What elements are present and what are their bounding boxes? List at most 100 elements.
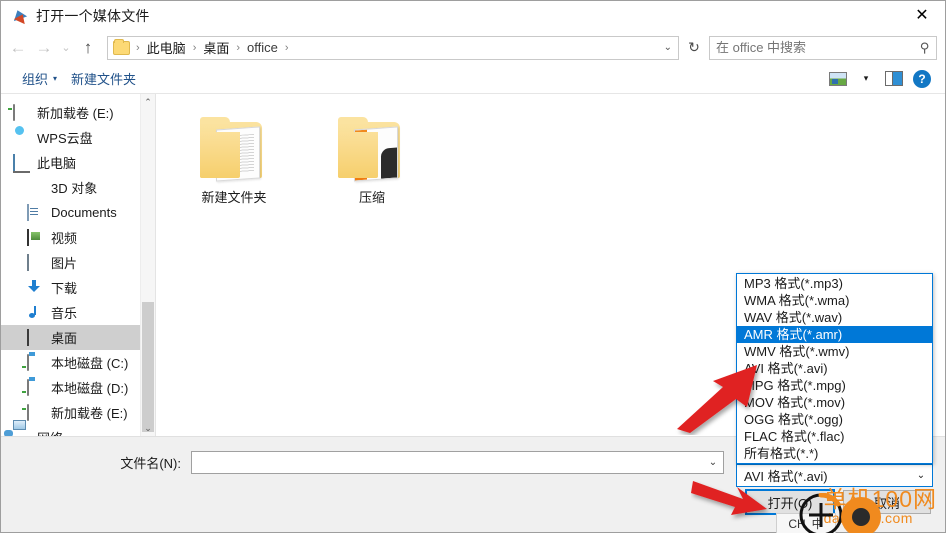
scroll-up-icon[interactable]: ⌃ [141,94,155,110]
view-mode-dropdown[interactable]: ▾ [853,68,879,90]
organize-label: 组织 [22,72,49,87]
filter-option-wav[interactable]: WAV 格式(*.wav) [737,309,932,326]
sidebar-item-videos[interactable]: 视频 [1,225,155,250]
filename-label: 文件名(N): [120,456,181,471]
filter-option-ogg[interactable]: OGG 格式(*.ogg) [737,411,932,428]
view-mode-button[interactable] [825,68,851,90]
sidebar-item-label: 视频 [51,231,78,246]
scrollbar-thumb[interactable] [142,302,154,432]
cancel-button[interactable]: 取消 [843,490,931,514]
forward-button[interactable]: → [31,35,57,61]
search-input[interactable] [716,40,921,55]
pictures-icon [27,253,44,271]
sidebar-item-label: 本地磁盘 (D:) [51,381,129,396]
recent-locations-button[interactable]: ⌄ [57,35,75,61]
sidebar-item-label: 图片 [51,256,78,271]
folder-icon [196,116,272,182]
filter-option-wmv[interactable]: WMV 格式(*.wmv) [737,343,932,360]
local-disk-icon [27,353,44,371]
up-button[interactable]: ↑ [75,35,101,61]
sidebar-item-music[interactable]: 音乐 [1,300,155,325]
sidebar-item-this-pc[interactable]: 此电脑 [1,150,155,175]
filter-option-amr[interactable]: AMR 格式(*.amr) [737,326,932,343]
sidebar-item-label: 3D 对象 [51,181,98,196]
sidebar-scrollbar[interactable]: ⌃ ⌄ [140,94,155,436]
filename-input[interactable] [192,455,703,470]
dialog-buttons: 打开(O) 取消 [745,489,931,515]
sidebar-item-local-disk-c[interactable]: 本地磁盘 (C:) [1,350,155,375]
navigation-pane: 新加载卷 (E:) WPS云盘 此电脑 3D 对象 Documents 视频 图… [1,94,156,436]
refresh-icon[interactable]: ↻ [683,36,705,60]
filename-combo[interactable]: ⌄ [191,451,724,474]
sidebar-item-label: Documents [51,205,117,220]
sidebar-item-pictures[interactable]: 图片 [1,250,155,275]
breadcrumb-separator: › [136,41,140,54]
chevron-down-icon[interactable]: ⌄ [910,470,932,481]
search-box[interactable]: ⚲ [709,35,937,60]
sidebar-item-label: 音乐 [51,306,78,321]
file-item-compressed[interactable]: 压缩 [322,116,422,206]
organize-button[interactable]: 组织 ▾ [15,66,64,91]
file-item-new-folder[interactable]: 新建文件夹 [184,116,284,206]
music-icon [27,305,44,321]
cloud-icon [13,130,30,146]
sidebar-item-3d-objects[interactable]: 3D 对象 [1,175,155,200]
sidebar-item-volume-e-top[interactable]: 新加载卷 (E:) [1,100,155,125]
sidebar-list: 新加载卷 (E:) WPS云盘 此电脑 3D 对象 Documents 视频 图… [1,94,155,436]
folder-icon [334,116,410,182]
this-pc-icon [13,153,30,171]
ime-mode: CH [788,516,806,531]
back-button[interactable]: ← [5,35,31,61]
sidebar-item-network[interactable]: 网络 [1,425,155,436]
help-button[interactable]: ? [909,68,935,90]
media-file-icon [10,7,29,25]
drive-icon [13,103,30,121]
sidebar-item-wps-cloud[interactable]: WPS云盘 [1,125,155,150]
chevron-down-icon[interactable]: ⌄ [664,42,672,53]
scroll-down-icon[interactable]: ⌄ [141,420,155,436]
filter-option-flac[interactable]: FLAC 格式(*.flac) [737,428,932,445]
new-folder-label: 新建文件夹 [71,72,137,87]
open-button[interactable]: 打开(O) [745,489,835,515]
filter-option-wma[interactable]: WMA 格式(*.wma) [737,292,932,309]
command-toolbar: 组织 ▾ 新建文件夹 ▾ ? [1,64,945,94]
sidebar-item-label: 网络 [37,428,63,436]
file-type-filter-dropdown[interactable]: MP3 格式(*.mp3) WMA 格式(*.wma) WAV 格式(*.wav… [736,273,933,464]
title-bar: 打开一个媒体文件 ✕ [1,1,945,31]
sidebar-item-label: 本地磁盘 (C:) [51,356,129,371]
preview-pane-button[interactable] [881,68,907,90]
sidebar-item-label: 下载 [51,281,78,296]
file-name-label: 压缩 [358,190,385,205]
close-icon[interactable]: ✕ [899,1,945,31]
filter-option-mov[interactable]: MOV 格式(*.mov) [737,394,932,411]
breadcrumb-item-0[interactable]: 此电脑 [143,36,190,59]
file-type-filter-combo[interactable]: AVI 格式(*.avi) ⌄ [736,464,933,487]
sidebar-item-local-disk-d[interactable]: 本地磁盘 (D:) [1,375,155,400]
filter-option-mpg[interactable]: MPG 格式(*.mpg) [737,377,932,394]
breadcrumb-item-1[interactable]: 桌面 [199,36,233,59]
ime-indicator: CH 中 [776,513,836,533]
sidebar-item-label: 新加载卷 (E:) [51,406,128,421]
file-name-label: 新建文件夹 [201,190,267,205]
filter-option-mp3[interactable]: MP3 格式(*.mp3) [737,275,932,292]
file-type-filter-value: AVI 格式(*.avi) [744,469,828,484]
desktop-icon [27,328,44,346]
file-grid: 新建文件夹 压缩 [184,116,945,206]
breadcrumb-separator: › [236,41,241,54]
drive-icon [27,403,44,421]
navigation-bar: ← → ⌄ ↑ › 此电脑 › 桌面 › office › ⌄ ↻ ⚲ [1,31,945,64]
breadcrumb-item-2[interactable]: office [243,38,282,57]
chevron-down-icon: ▾ [53,74,58,83]
sidebar-item-label: 新加载卷 (E:) [37,106,114,121]
filter-option-all[interactable]: 所有格式(*.*) [737,445,932,462]
view-icon [829,71,847,86]
sidebar-item-downloads[interactable]: 下载 [1,275,155,300]
local-disk-icon [27,378,44,396]
breadcrumb[interactable]: › 此电脑 › 桌面 › office › ⌄ [107,35,679,60]
sidebar-item-documents[interactable]: Documents [1,200,155,225]
chevron-down-icon[interactable]: ⌄ [703,457,723,468]
breadcrumb-separator: › [284,41,289,54]
sidebar-item-desktop[interactable]: 桌面 [1,325,155,350]
new-folder-button[interactable]: 新建文件夹 [64,66,143,91]
filter-option-avi[interactable]: AVI 格式(*.avi) [737,360,932,377]
